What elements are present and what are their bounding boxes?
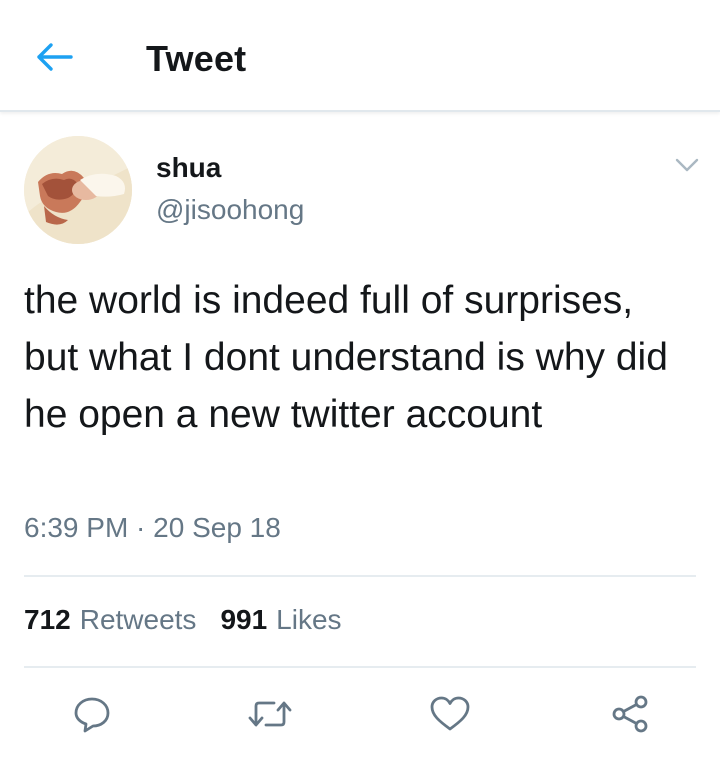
tweet-text: the world is indeed full of surprises, b… [24,279,668,436]
retweets-count: 712 [24,604,71,635]
retweets-label: Retweets [79,604,197,635]
page-title: Tweet [146,38,247,79]
author-handle[interactable]: @jisoohong [156,194,304,226]
avatar[interactable] [24,136,132,244]
retweet-icon [248,701,292,727]
back-button[interactable] [30,36,80,78]
divider [24,666,696,668]
author-display-name[interactable]: shua [156,152,221,184]
avatar-image [24,136,132,244]
tweet-stats: 712 Retweets 991 Likes [24,604,366,636]
tweet-timestamp: 6:39 PM · 20 Sep 18 [24,512,281,543]
share-icon [612,695,648,733]
likes-count: 991 [220,604,268,635]
heart-icon [430,696,470,731]
chevron-down-icon [675,158,699,172]
likes-stat[interactable]: 991 Likes [220,604,341,636]
likes-label: Likes [276,604,342,635]
divider [24,575,696,577]
top-bar: Tweet [0,0,720,112]
like-button[interactable] [426,690,474,738]
arrow-left-icon [37,43,73,71]
retweets-stat[interactable]: 712 Retweets [24,604,196,636]
retweet-button[interactable] [246,690,294,738]
tweet-menu-button[interactable] [672,150,702,180]
reply-button[interactable] [68,690,116,738]
share-button[interactable] [606,690,654,738]
reply-bubble-icon [74,697,110,733]
